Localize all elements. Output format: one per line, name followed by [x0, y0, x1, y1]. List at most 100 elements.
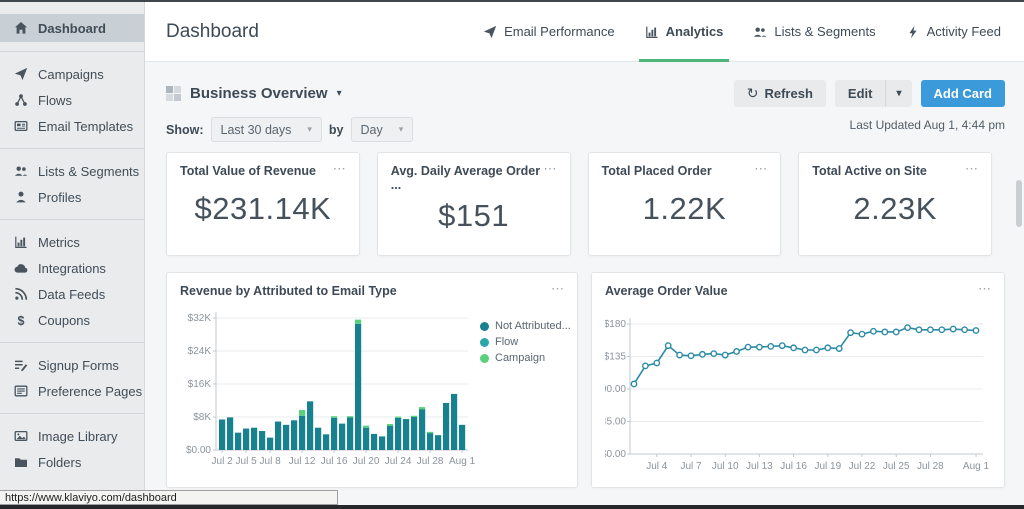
sidebar-item-flows[interactable]: Flows: [0, 87, 144, 113]
image-icon: [14, 429, 28, 443]
card-menu-button[interactable]: ⋯: [978, 284, 991, 293]
cloud-icon: [14, 261, 28, 275]
sidebar-item-signup-forms[interactable]: Signup Forms: [0, 352, 144, 378]
interval-select[interactable]: Day ▾: [351, 117, 414, 142]
sidebar-item-campaigns[interactable]: Campaigns: [0, 61, 144, 87]
legend-label: Campaign: [495, 352, 545, 364]
svg-text:$0.00: $0.00: [605, 449, 626, 460]
person-icon: [14, 190, 28, 204]
last-updated-text: Last Updated Aug 1, 4:44 pm: [850, 118, 1005, 132]
svg-text:Jul 10: Jul 10: [712, 461, 739, 472]
svg-text:Jul 20: Jul 20: [353, 456, 380, 467]
tab-label: Email Performance: [504, 24, 615, 39]
folder-icon: [14, 455, 28, 469]
metric-card-value: 1.22K: [643, 191, 727, 231]
aov-chart-card: Average Order Value ⋯ $0.00$45.00$90.00$…: [591, 272, 1005, 488]
svg-text:$45.00: $45.00: [605, 417, 626, 428]
svg-text:Aug 1: Aug 1: [449, 456, 476, 467]
card-menu-button[interactable]: ⋯: [544, 164, 557, 173]
window-bottom-edge: [0, 505, 1024, 509]
date-range-value: Last 30 days: [221, 123, 292, 137]
caret-down-icon: ▾: [307, 124, 312, 135]
sidebar-item-label: Flows: [38, 93, 72, 108]
refresh-label: Refresh: [764, 86, 812, 101]
page-header: Dashboard Email Performance Analytics List…: [145, 2, 1024, 62]
sidebar-item-label: Folders: [38, 455, 81, 470]
page-title: Dashboard: [166, 21, 259, 43]
legend-label: Flow: [495, 336, 518, 348]
card-menu-button[interactable]: ⋯: [551, 284, 564, 293]
refresh-icon: ↻: [747, 85, 759, 102]
sidebar-divider: [0, 413, 144, 414]
legend-dot: [480, 338, 489, 347]
date-range-select[interactable]: Last 30 days ▾: [211, 117, 322, 142]
svg-text:Jul 7: Jul 7: [680, 461, 702, 472]
tab-lists-and-segments[interactable]: Lists & Segments: [753, 2, 875, 61]
svg-text:Jul 28: Jul 28: [417, 456, 444, 467]
sidebar-item-label: Data Feeds: [38, 287, 105, 302]
chart-legend: Not Attributed... Flow Campaign: [480, 320, 571, 477]
edit-button[interactable]: Edit: [835, 80, 886, 107]
sidebar-item-coupons[interactable]: $ Coupons: [0, 307, 144, 333]
send-icon: [483, 25, 497, 39]
sidebar-item-email-templates[interactable]: Email Templates: [0, 113, 144, 139]
svg-text:Jul 22: Jul 22: [849, 461, 876, 472]
template-icon: [14, 119, 28, 133]
scrollbar-thumb[interactable]: [1016, 180, 1022, 227]
metrics-icon: [14, 235, 28, 249]
svg-text:Jul 16: Jul 16: [780, 461, 807, 472]
sidebar-item-preference-pages[interactable]: Preference Pages: [0, 378, 144, 404]
edit-dropdown-button[interactable]: ▾: [885, 80, 911, 107]
sidebar-item-lists-and-segments[interactable]: Lists & Segments: [0, 158, 144, 184]
sidebar-divider: [0, 342, 144, 343]
sidebar-item-profiles[interactable]: Profiles: [0, 184, 144, 210]
sidebar-item-dashboard[interactable]: Dashboard: [0, 14, 144, 42]
svg-text:$16K: $16K: [188, 379, 212, 390]
preference-icon: [14, 384, 28, 398]
metric-card-total-placed-order: Total Placed Order⋯1.22K: [588, 152, 782, 256]
metric-card-value: $231.14K: [195, 191, 332, 231]
tab-activity-feed[interactable]: Activity Feed: [906, 2, 1001, 61]
svg-text:Jul 19: Jul 19: [814, 461, 841, 472]
svg-text:$180: $180: [605, 319, 626, 330]
legend-label: Not Attributed...: [495, 320, 571, 332]
sidebar-item-label: Integrations: [38, 261, 106, 276]
card-menu-button[interactable]: ⋯: [754, 164, 767, 173]
sidebar-item-folders[interactable]: Folders: [0, 449, 144, 475]
add-card-button[interactable]: Add Card: [921, 80, 1006, 107]
svg-text:Aug 1: Aug 1: [963, 461, 990, 472]
bar-chart-svg: $0.00$8K$16K$24K$32KJul 2Jul 5Jul 8Jul 1…: [180, 298, 480, 472]
metric-card-title: Total Active on Site: [812, 164, 927, 178]
metric-card-title: Avg. Daily Average Order ...: [391, 164, 544, 192]
metric-card-avg-daily-average-order: Avg. Daily Average Order ...⋯$151: [377, 152, 571, 256]
dashboard-view-picker[interactable]: Business Overview ▾: [166, 85, 342, 102]
card-menu-button[interactable]: ⋯: [965, 164, 978, 173]
metric-card-total-active-on-site: Total Active on Site⋯2.23K: [798, 152, 992, 256]
svg-text:$90.00: $90.00: [605, 384, 626, 395]
metric-card-title: Total Value of Revenue: [180, 164, 316, 178]
sidebar-divider: [0, 51, 144, 52]
sidebar-item-metrics[interactable]: Metrics: [0, 229, 144, 255]
refresh-button[interactable]: ↻ Refresh: [734, 80, 826, 107]
sidebar-item-image-library[interactable]: Image Library: [0, 423, 144, 449]
grid-icon: [166, 86, 181, 101]
tab-email-performance[interactable]: Email Performance: [483, 2, 615, 61]
sidebar-divider: [0, 148, 144, 149]
bolt-icon: [906, 25, 920, 39]
caret-down-icon: ▾: [337, 88, 342, 99]
dollar-icon: $: [14, 313, 28, 327]
legend-item-flow: Flow: [480, 336, 571, 348]
sidebar-item-data-feeds[interactable]: Data Feeds: [0, 281, 144, 307]
svg-text:$32K: $32K: [188, 313, 212, 324]
svg-text:$: $: [18, 314, 25, 327]
tab-analytics[interactable]: Analytics: [645, 2, 724, 61]
svg-text:$0.00: $0.00: [186, 445, 211, 456]
svg-text:Jul 28: Jul 28: [917, 461, 944, 472]
svg-text:Jul 24: Jul 24: [385, 456, 412, 467]
sidebar-item-label: Coupons: [38, 313, 90, 328]
sidebar-nav: Dashboard Campaigns Flows Email Templates Li…: [0, 14, 144, 475]
card-menu-button[interactable]: ⋯: [333, 164, 346, 173]
aov-line-chart: $0.00$45.00$90.00$135$180Jul 4Jul 7Jul 1…: [605, 298, 991, 481]
sidebar-item-integrations[interactable]: Integrations: [0, 255, 144, 281]
sidebar-item-label: Signup Forms: [38, 358, 119, 373]
